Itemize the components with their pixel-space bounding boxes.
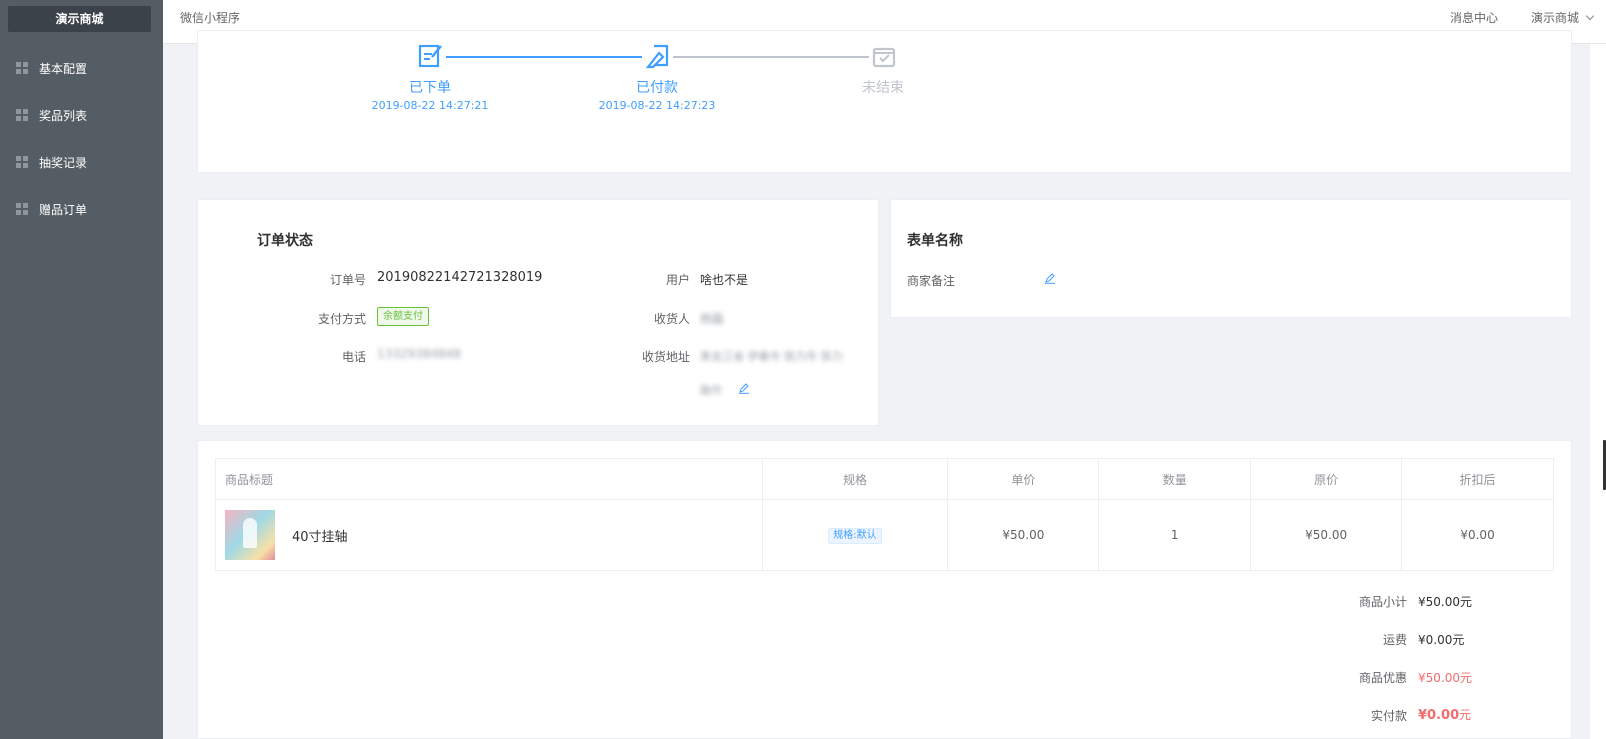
goods-name: 40寸挂轴 [292, 529, 348, 545]
payment-icon [645, 44, 669, 69]
sidebar-item-basic-config[interactable]: 基本配置 [0, 48, 163, 88]
quantity-cell: 1 [1098, 499, 1252, 571]
spec-tag: 规格:默认 [828, 527, 882, 544]
chevron-down-icon [1585, 11, 1595, 21]
user-value: 啥也不是 [700, 273, 749, 287]
col-unit-price: 单价 [947, 458, 1100, 500]
discount-label: 商品优惠 [1358, 671, 1407, 685]
spec-cell: 规格:默认 [761, 499, 949, 571]
paid-unit: 元 [1459, 708, 1472, 722]
form-card [890, 199, 1572, 318]
table-row: 40寸挂轴 规格:默认 ¥50.00 1 ¥50.00 ¥0.00 [215, 499, 1554, 571]
step-label-paid: 已付款 [636, 80, 678, 96]
subtotal-value: ¥50.00元 [1418, 595, 1472, 609]
step-time-paid: 2019-08-22 14:27:23 [598, 99, 716, 112]
shipping-value: ¥0.00元 [1418, 633, 1465, 647]
edit-address-icon[interactable] [738, 382, 750, 394]
pay-method-label: 支付方式 [317, 312, 366, 326]
col-goods-title: 商品标题 [215, 458, 763, 500]
order-no-value: 20190822142721328019 [377, 270, 543, 285]
discount-value: ¥50.00元 [1418, 671, 1472, 685]
user-label: 用户 [665, 273, 690, 287]
grid-icon [16, 109, 28, 121]
goods-title-cell: 40寸挂轴 [215, 499, 763, 571]
original-price-cell: ¥50.00 [1250, 499, 1403, 571]
edit-remark-icon[interactable] [1044, 272, 1056, 284]
sidebar-item-draw-records[interactable]: 抽奖记录 [0, 142, 163, 182]
step-label-ordered: 已下单 [409, 80, 451, 96]
col-quantity: 数量 [1098, 458, 1252, 500]
finish-box-icon [872, 47, 896, 68]
user-name: 演示商城 [1531, 11, 1580, 25]
col-discounted: 折扣后 [1401, 458, 1554, 500]
unit-price-cell: ¥50.00 [947, 499, 1100, 571]
goods-thumbnail[interactable] [225, 510, 275, 560]
address-label: 收货地址 [641, 350, 690, 364]
sidebar-item-label: 抽奖记录 [39, 155, 88, 170]
shipping-label: 运费 [1382, 633, 1407, 647]
sidebar-item-label: 赠品订单 [39, 202, 88, 217]
col-spec: 规格 [761, 458, 949, 500]
address-line2: 路作 [700, 384, 722, 397]
sidebar: 演示商城 基本配置 奖品列表 抽奖记录 赠品订单 [0, 0, 163, 739]
sidebar-item-label: 奖品列表 [39, 108, 88, 123]
paid-value: ¥0.00元 [1418, 706, 1471, 723]
receiver-label: 收货人 [653, 312, 690, 326]
receiver-value: 杨磊 [700, 312, 725, 326]
grid-icon [16, 156, 28, 168]
edit-order-icon [418, 44, 442, 68]
address-line1: 黑龙江省 伊春市 铁力市 铁力 [700, 350, 843, 363]
paid-label: 实付款 [1370, 709, 1407, 723]
pay-method-tag: 余额支付 [377, 307, 429, 326]
step-time-ordered: 2019-08-22 14:27:21 [371, 99, 489, 112]
col-original-price: 原价 [1250, 458, 1403, 500]
subtotal-label: 商品小计 [1358, 595, 1407, 609]
step-connector-pending [673, 56, 869, 58]
discounted-cell: ¥0.00 [1401, 499, 1554, 571]
phone-value: 13329384848 [377, 347, 461, 361]
scrollbar-track[interactable] [1590, 44, 1606, 739]
order-no-label: 订单号 [329, 273, 366, 287]
phone-label: 电话 [341, 350, 366, 364]
sidebar-item-prize-list[interactable]: 奖品列表 [0, 95, 163, 135]
grid-icon [16, 62, 28, 74]
goods-table: 商品标题 规格 单价 数量 原价 折扣后 40寸挂轴 规格:默认 ¥50.00 … [215, 458, 1554, 571]
order-status-title: 订单状态 [257, 233, 313, 249]
sidebar-item-gift-orders[interactable]: 赠品订单 [0, 189, 163, 229]
grid-icon [16, 203, 28, 215]
step-connector-done [446, 56, 642, 58]
merchant-remark-label: 商家备注 [907, 274, 956, 288]
sidebar-item-label: 基本配置 [39, 61, 88, 76]
step-label-unfinished: 未结束 [862, 80, 904, 96]
table-header-row: 商品标题 规格 单价 数量 原价 折扣后 [215, 458, 1554, 500]
form-title: 表单名称 [907, 233, 963, 249]
paid-amount: ¥0.00 [1418, 708, 1460, 723]
brand-logo[interactable]: 演示商城 [8, 6, 151, 32]
